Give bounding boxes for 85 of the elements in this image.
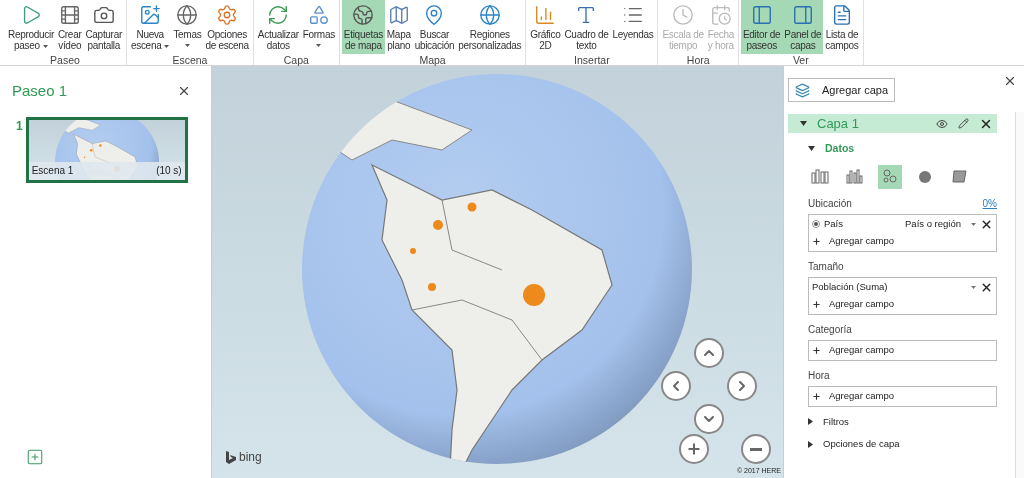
field-type[interactable]: País o región [905,217,961,232]
group-label: Capa [283,54,309,66]
ribbon-button[interactable]: Mapa plano [384,0,413,54]
map-provider: bing [239,449,262,466]
shapes-icon [307,4,330,26]
panel-icon [750,4,773,26]
picture-icon [139,4,162,26]
close-icon[interactable] [1003,74,1017,88]
dropdown-caret-icon[interactable] [971,222,976,226]
caret-icon [808,418,813,426]
ribbon-button[interactable]: Opciones de escena [203,0,251,54]
group-label: Escena [172,54,208,66]
scene-number: 1 [16,117,23,135]
ribbon-button[interactable]: Editor de paseos [740,0,783,54]
add-field-link[interactable]: Agregar campo [829,234,894,249]
map-icon [387,4,410,26]
ribbon-button[interactable]: Crear vídeo [55,0,84,54]
bar-chart-icon [534,4,557,26]
ribbon-button[interactable]: Actualizar datos [255,0,301,54]
add-field-link[interactable]: Agregar campo [829,343,894,358]
ribbon-button[interactable]: Formas [300,0,337,54]
calendar-clock-icon [709,4,732,26]
field-name: Población (Suma) [812,280,889,295]
well-label: Tamaño [808,259,844,274]
well-label: Categoría [808,322,852,337]
pencil-icon[interactable] [958,118,969,129]
ribbon-button[interactable]: Cuadro de texto [562,0,611,54]
ribbon-button[interactable]: Gráfico 2D [528,0,563,54]
new-scene-icon[interactable] [26,448,44,466]
layers-icon [795,82,810,98]
group-label: Ver [792,54,809,66]
scene-name: Escena 1 [31,164,74,178]
well-label: Hora [808,368,830,383]
layer-name: Capa 1 [817,114,860,133]
stacked-chart-icon [810,166,830,187]
group-label: Mapa [419,54,446,66]
plus-icon [686,441,702,457]
progress-percent: 0% [982,196,997,211]
field-name: País [824,217,844,232]
group-label: Paseo [50,54,80,66]
caret-icon [800,121,807,126]
scene-duration: (10 s) [156,164,182,178]
group-label: Hora [686,54,710,66]
eye-icon[interactable] [936,117,948,130]
tour-title: Paseo 1 [12,81,68,101]
well-label: Ubicación [808,196,852,211]
ribbon-button[interactable]: Nueva escena [128,0,172,54]
section-header[interactable]: Opciones de capa [808,437,997,452]
globe-icon [478,4,501,26]
bing-logo-icon [226,450,236,464]
ribbon-button[interactable]: Temas [171,0,204,54]
ribbon-button[interactable]: Regiones personalizadas [456,0,524,54]
ribbon-button[interactable]: Panel de capas [782,0,824,54]
add-layer-button[interactable]: Agregar capa [788,78,896,102]
visualization-type-button[interactable] [878,164,902,189]
film-icon [58,4,81,26]
ribbon-button[interactable]: Leyendas [610,0,656,54]
gear-icon [216,4,239,26]
globe-icon [176,4,199,26]
dropdown-caret-icon[interactable] [971,285,976,289]
ribbon-button[interactable]: Buscar ubicación [412,0,457,54]
add-field-link[interactable]: Agregar campo [829,297,894,312]
scene-thumbnail[interactable]: Escena 1 (10 s) [25,116,188,183]
ribbon-button[interactable]: Capturar pantalla [83,0,124,54]
add-field-link[interactable]: Agregar campo [829,389,894,404]
clustered-chart-icon [845,166,865,187]
caret-icon [808,146,815,152]
plus-icon [812,299,821,309]
section-header[interactable]: Filtros [808,414,997,429]
group-label: Insertar [574,54,610,66]
refresh-icon [267,4,290,26]
plus-icon [812,391,821,401]
clock-icon [672,4,695,26]
ribbon-button[interactable]: Reproducir paseo [6,0,56,54]
ribbon-button[interactable]: Etiquetas de mapa [341,0,385,54]
panel-icon [791,4,814,26]
globe-icon [352,4,375,26]
minus-icon [750,447,762,451]
caret-icon [808,440,813,448]
section-header[interactable]: Datos [808,141,997,157]
plus-icon [812,236,821,246]
camera-icon [92,4,115,26]
ribbon-button[interactable]: Lista de campos [823,0,861,54]
plus-icon [812,345,821,355]
scrollbar[interactable] [1015,112,1024,478]
